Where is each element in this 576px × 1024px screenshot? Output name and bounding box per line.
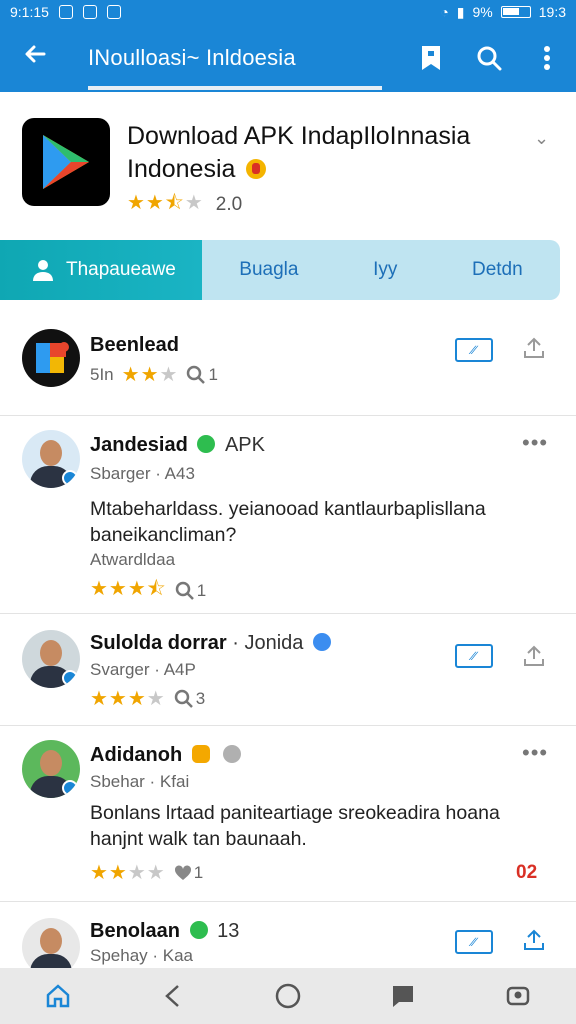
verified-icon — [62, 470, 78, 486]
review-text: Mtabeharldass. yeianooad kantlaurbaplisl… — [90, 498, 486, 546]
status-time-right: 19:3 — [538, 4, 566, 20]
tab-buagla[interactable]: Buagla — [239, 259, 298, 281]
row-rating: ★★★★ 3 — [90, 686, 205, 711]
list-item[interactable]: Beenlead 5In ★★★ 1 ∕∕ — [0, 312, 576, 416]
list-item[interactable]: Jandesiad APK Sbarger · A43 Mtabeharldas… — [0, 416, 576, 614]
home-icon[interactable] — [28, 982, 88, 1010]
play-logo-icon — [22, 118, 110, 206]
search-icon — [174, 689, 193, 708]
comment-count: 1 — [186, 365, 218, 385]
row-sub: 5In — [90, 364, 114, 384]
person-icon — [33, 260, 53, 281]
star-rating: ★★★★ — [90, 688, 166, 710]
share-icon[interactable] — [522, 928, 546, 957]
list-item[interactable]: Benolaan 13 Spehay · Kaa ∕∕ — [0, 902, 576, 976]
tab-iyy[interactable]: Iyy — [373, 259, 397, 281]
star-rating: ★★★⯪ — [90, 578, 167, 600]
row-rating: ★★★★ 1 — [90, 860, 203, 885]
review-meta: Atwardldaa — [90, 550, 176, 569]
signal-icon: ▮ — [456, 3, 465, 20]
battery-icon — [500, 6, 531, 18]
more-horiz-icon[interactable]: ••• — [522, 430, 548, 456]
open-button[interactable]: ∕∕ — [455, 338, 493, 362]
tab-bar: Thapaueawe Buagla Iyy Detdn — [0, 240, 560, 300]
open-button[interactable]: ∕∕ — [455, 644, 493, 668]
back-nav-icon[interactable] — [143, 982, 203, 1010]
more-horiz-icon[interactable]: ••• — [522, 740, 548, 766]
row-sub: Sbehar · Kfai — [90, 772, 190, 791]
row-name: Sulolda dorrar · Jonida — [90, 632, 335, 655]
verified-icon — [62, 780, 78, 796]
share-icon[interactable] — [522, 644, 546, 673]
notification-icon — [82, 5, 97, 19]
share-icon[interactable] — [522, 336, 546, 365]
tab-group: Buagla Iyy Detdn — [202, 240, 560, 300]
mic-badge-icon — [246, 159, 267, 179]
list-item[interactable]: Sulolda dorrar · Jonida Svarger · A4P ★★… — [0, 614, 576, 726]
search-icon — [175, 581, 194, 600]
tab-active[interactable]: Thapaueawe — [0, 240, 202, 300]
app-title-text: Download APK IndapIloInnasia Indonesia — [127, 122, 471, 183]
battery-percent: 9% — [472, 4, 493, 20]
verified-icon — [62, 670, 78, 686]
row-rating: 5In ★★★ 1 — [90, 362, 218, 387]
rating-value: 2.0 — [215, 194, 243, 215]
row-name: Benolaan 13 — [90, 920, 240, 942]
row-sub: Sbarger · A43 — [90, 464, 195, 483]
notification-icon — [58, 5, 73, 19]
row-name: Adidanoh — [90, 744, 245, 767]
app-header: Download APK IndapIloInnasia Indonesia ⌄… — [0, 92, 576, 232]
row-sub: Spehay · Kaa — [90, 946, 194, 965]
more-vert-icon[interactable] — [518, 45, 576, 71]
status-bar: 9:1:15 ◔ ▮ 9% 19:3 — [0, 0, 576, 24]
status-time-left: 9:1:15 — [10, 4, 49, 20]
search-icon[interactable] — [460, 45, 518, 71]
row-sub: Svarger · A4P — [90, 660, 196, 679]
verified-check-icon — [197, 435, 216, 453]
app-bar: INoulloasi~ Inldoesia — [0, 24, 576, 92]
chat-icon[interactable] — [373, 983, 433, 1009]
app-title: Download APK IndapIloInnasia Indonesia — [127, 120, 517, 186]
tab-active-label: Thapaueawe — [66, 259, 176, 280]
avatar — [22, 740, 80, 798]
badge-icon — [191, 745, 210, 763]
back-arrow-icon[interactable] — [0, 41, 70, 75]
red-count-badge: 02 — [516, 862, 538, 883]
star-rating: ★★★ — [121, 364, 179, 386]
heart-icon — [174, 864, 191, 880]
notification-icon — [106, 5, 121, 19]
chevron-down-icon[interactable]: ⌄ — [534, 128, 549, 149]
avatar — [22, 630, 80, 688]
add-circle-icon[interactable] — [223, 745, 242, 763]
like-count: 1 — [174, 863, 203, 883]
list-item[interactable]: Adidanoh Sbehar · Kfai Bonlans lrtaad pa… — [0, 726, 576, 902]
tab-detdn[interactable]: Detdn — [472, 259, 523, 281]
search-icon — [187, 365, 206, 384]
add-circle-icon[interactable] — [312, 633, 331, 651]
review-text: Bonlans lrtaad paniteartiage sreokeadira… — [90, 802, 500, 850]
app-rating: ★★⯪★ 2.0 — [127, 188, 242, 222]
bottom-nav — [0, 968, 576, 1024]
profile-nav-icon[interactable] — [488, 982, 548, 1010]
row-name: Jandesiad APK — [90, 434, 265, 456]
home-circle-icon[interactable] — [258, 982, 318, 1010]
verified-check-icon — [189, 921, 208, 939]
comment-count: 3 — [174, 689, 205, 709]
open-button[interactable]: ∕∕ — [455, 930, 493, 954]
star-rating: ★★★★ — [90, 862, 166, 884]
app-bar-title: INoulloasi~ Inldoesia — [88, 45, 296, 70]
comment-count: 1 — [175, 581, 206, 601]
bookmark-icon[interactable] — [402, 44, 460, 72]
row-name: Beenlead — [90, 334, 179, 356]
wifi-icon: ◔ — [440, 4, 449, 20]
title-underline — [88, 86, 382, 90]
star-rating: ★★⯪★ — [127, 192, 204, 214]
avatar — [22, 430, 80, 488]
avatar — [22, 329, 80, 387]
row-rating: ★★★⯪ 1 — [90, 574, 206, 608]
